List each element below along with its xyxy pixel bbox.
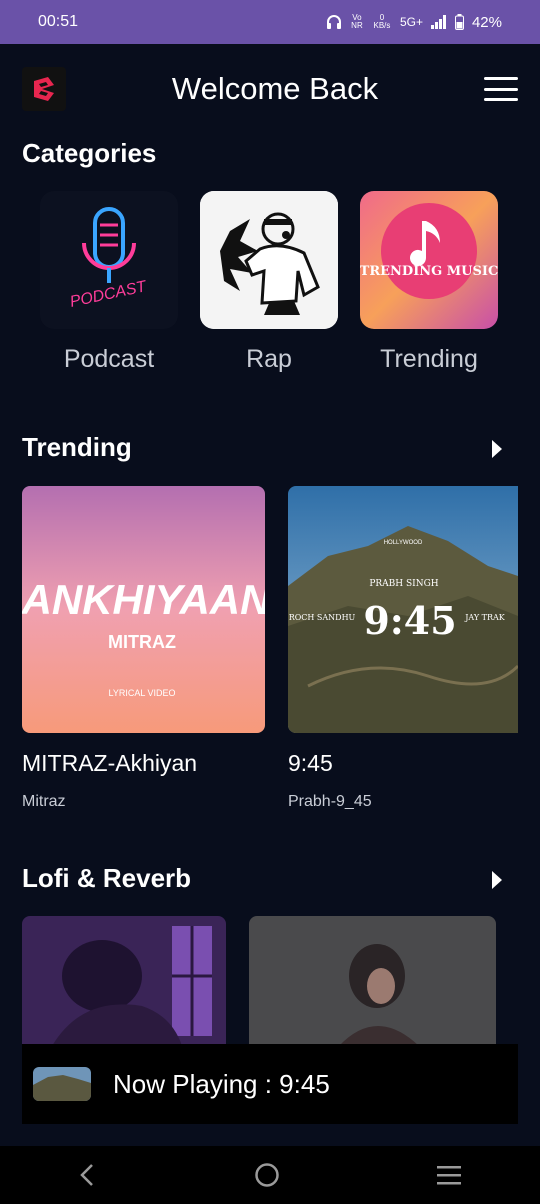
categories-list: PODCAST Podcast Rap TRENDING MUSIC Trend… — [40, 191, 498, 374]
akhiyan-art-title: ANKHIYAAN — [22, 576, 265, 623]
akhiyan-art-sub: MITRAZ — [108, 632, 176, 652]
lofi-heading: Lofi & Reverb — [22, 863, 192, 893]
speed-label: 0 KB/s — [373, 13, 391, 30]
podcast-category-image: PODCAST — [40, 191, 178, 329]
trending-category-image: TRENDING MUSIC — [360, 191, 498, 329]
945-art-right: JAY TRAK — [464, 613, 506, 622]
status-icons: Vo NR 0 KB/s 5G+ 42% — [326, 14, 502, 31]
945-art-left: ROCH SANDHU — [289, 613, 356, 622]
categories-heading: Categories — [22, 138, 157, 168]
network-label: 5G+ — [399, 15, 423, 29]
track-artist-945: Prabh-9_45 — [288, 793, 372, 810]
home-icon[interactable] — [254, 1162, 280, 1188]
945-art-sign: HOLLYWOOD — [384, 540, 423, 546]
945-art-top: PRABH SINGH — [369, 579, 438, 589]
page-title: Welcome Back — [171, 71, 379, 106]
now-playing-bar[interactable]: Now Playing : 9:45 — [22, 1044, 518, 1124]
lofi-card-1[interactable] — [22, 916, 226, 1046]
akhiyan-art-note: LYRICAL VIDEO — [108, 688, 175, 698]
category-label-podcast: Podcast — [63, 345, 155, 373]
akhiyan-cover-image: ANKHIYAAN MITRAZ LYRICAL VIDEO — [22, 486, 265, 733]
lofi-card-2[interactable] — [249, 916, 496, 1046]
trending-card-945[interactable]: HOLLYWOOD PRABH SINGH ROCH SANDHU 9:45 J… — [288, 486, 518, 733]
app-header: Welcome Back — [22, 66, 518, 112]
volte-label: Vo NR — [351, 13, 363, 30]
status-bar: 00:51 Vo NR 0 KB/s 5G+ 42% — [0, 0, 540, 44]
app-logo-icon[interactable] — [22, 67, 66, 111]
battery-level: 42% — [471, 13, 502, 31]
system-nav-bar — [0, 1146, 540, 1204]
battery-icon — [454, 14, 464, 30]
trending-art-text: TRENDING MUSIC — [360, 264, 498, 279]
lofi-cover-2 — [249, 916, 496, 1046]
945-art-title: 9:45 — [363, 598, 456, 643]
recents-icon[interactable] — [436, 1164, 462, 1186]
trending-heading: Trending — [22, 432, 132, 462]
hamburger-menu-icon[interactable] — [483, 77, 518, 101]
now-playing-text: Now Playing : 9:45 — [113, 1068, 330, 1099]
status-time: 00:51 — [38, 13, 79, 30]
945-cover-image: HOLLYWOOD PRABH SINGH ROCH SANDHU 9:45 J… — [288, 486, 518, 733]
track-title-945: 9:45 — [288, 750, 333, 776]
trending-card-akhiyan[interactable]: ANKHIYAAN MITRAZ LYRICAL VIDEO — [22, 486, 265, 733]
headphones-icon — [326, 15, 341, 29]
category-trending[interactable]: TRENDING MUSIC Trending — [360, 191, 498, 374]
category-podcast[interactable]: PODCAST Podcast — [40, 191, 178, 374]
track-title-akhiyan: MITRAZ-Akhiyan — [22, 750, 198, 776]
category-rap[interactable]: Rap — [200, 191, 338, 374]
category-label-trending: Trending — [380, 345, 478, 373]
lofi-see-all-arrow-icon[interactable] — [492, 871, 502, 889]
back-icon[interactable] — [78, 1163, 98, 1187]
category-label-rap: Rap — [246, 345, 292, 373]
trending-see-all-arrow-icon[interactable] — [492, 440, 502, 458]
lofi-cover-1 — [22, 916, 226, 1046]
now-playing-thumbnail — [33, 1067, 91, 1101]
rap-category-image — [200, 191, 338, 329]
track-artist-akhiyan: Mitraz — [22, 793, 66, 810]
signal-icon — [430, 15, 446, 29]
